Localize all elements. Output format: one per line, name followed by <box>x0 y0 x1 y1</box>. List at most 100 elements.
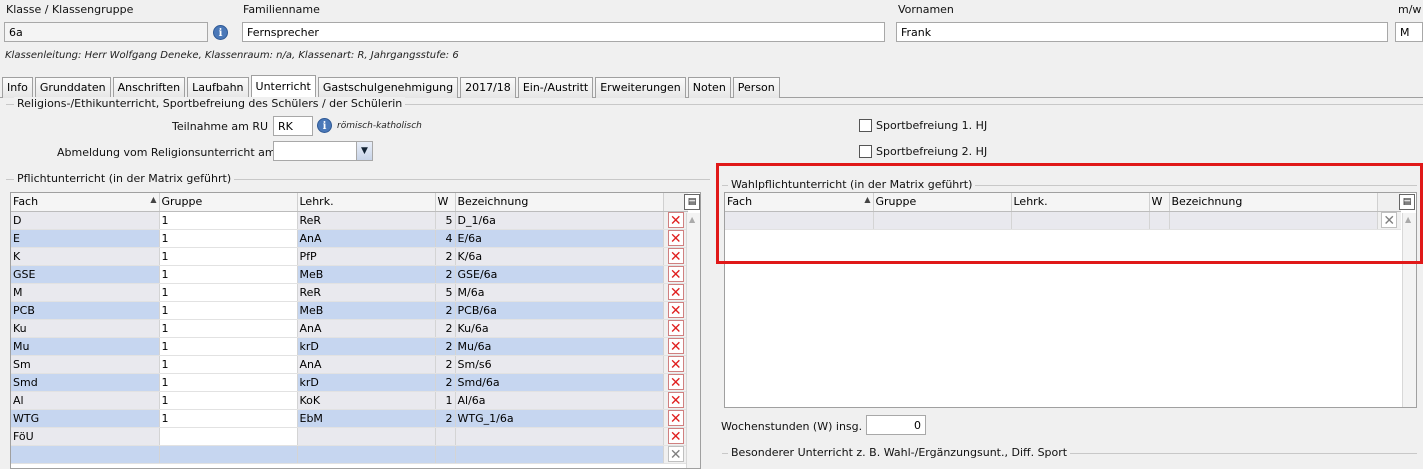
sportbefreiung-2-checkbox[interactable] <box>859 145 872 158</box>
delete-row-icon[interactable]: ✕ <box>667 410 684 426</box>
table-row[interactable]: Mu 1 krD 2 Mu/6a ✕ <box>11 337 688 356</box>
tab-anschriften[interactable]: Anschriften <box>112 77 186 98</box>
table-row[interactable]: M 1 ReR 5 M/6a ✕ <box>11 283 688 302</box>
table-row[interactable]: Ku 1 AnA 2 Ku/6a ✕ <box>11 319 688 338</box>
cell-fach[interactable]: PCB <box>11 301 160 320</box>
tab-noten[interactable]: Noten <box>687 77 731 98</box>
delete-row-icon[interactable]: ✕ <box>667 230 684 246</box>
delete-row-icon[interactable]: ✕ <box>667 248 684 264</box>
wochenstunden-field[interactable]: 0 <box>866 415 926 435</box>
tab-ein-austritt[interactable]: Ein-/Austritt <box>517 77 594 98</box>
cell-w[interactable] <box>435 445 456 464</box>
cell-lehrk[interactable]: MeB <box>297 301 436 320</box>
cell-bezeichnung[interactable]: Smd/6a <box>455 373 664 392</box>
cell-fach[interactable]: D <box>11 211 160 230</box>
cell-gruppe[interactable]: 1 <box>159 337 298 356</box>
cell-w[interactable]: 2 <box>435 373 456 392</box>
cell-w[interactable]: 1 <box>435 391 456 410</box>
cell-gruppe[interactable]: 1 <box>159 355 298 374</box>
delete-row-icon[interactable]: ✕ <box>667 446 684 462</box>
tab-person[interactable]: Person <box>732 77 780 98</box>
delete-row-icon[interactable]: ✕ <box>667 338 684 354</box>
tab-grunddaten[interactable]: Grunddaten <box>34 77 111 98</box>
cell-gruppe[interactable]: 1 <box>159 211 298 230</box>
cell-w[interactable]: 2 <box>435 265 456 284</box>
cell-bezeichnung[interactable]: Mu/6a <box>455 337 664 356</box>
sportbefreiung-1-checkbox[interactable] <box>859 119 872 132</box>
cell-w[interactable]: 5 <box>435 211 456 230</box>
column-header-w[interactable]: W <box>435 193 456 212</box>
cell-gruppe[interactable]: 1 <box>159 319 298 338</box>
abmeldung-date-select[interactable]: ▼ <box>273 141 373 161</box>
cell-lehrk[interactable]: AnA <box>297 355 436 374</box>
table-row[interactable]: K 1 PfP 2 K/6a ✕ <box>11 247 688 266</box>
cell-fach[interactable]: Ku <box>11 319 160 338</box>
cell-bezeichnung[interactable]: K/6a <box>455 247 664 266</box>
cell-w[interactable]: 2 <box>435 247 456 266</box>
delete-row-icon[interactable]: ✕ <box>667 212 684 228</box>
tab-gastschulgenehmigung[interactable]: Gastschulgenehmigung <box>317 77 459 98</box>
cell-bezeichnung[interactable]: PCB/6a <box>455 301 664 320</box>
cell-bezeichnung[interactable]: GSE/6a <box>455 265 664 284</box>
cell-lehrk[interactable]: ReR <box>297 283 436 302</box>
delete-row-icon[interactable]: ✕ <box>667 428 684 444</box>
cell-w[interactable]: 2 <box>435 355 456 374</box>
cell-bezeichnung[interactable] <box>455 427 664 446</box>
table-row[interactable]: PCB 1 MeB 2 PCB/6a ✕ <box>11 301 688 320</box>
cell-gruppe[interactable]: 1 <box>159 229 298 248</box>
cell-gruppe[interactable] <box>159 445 298 464</box>
cell-gruppe[interactable]: 1 <box>159 391 298 410</box>
delete-row-icon[interactable]: ✕ <box>667 302 684 318</box>
cell-fach[interactable] <box>11 445 160 464</box>
column-header-lehrk[interactable]: Lehrk. <box>297 193 436 212</box>
delete-row-icon[interactable]: ✕ <box>667 284 684 300</box>
cell-fach[interactable]: E <box>11 229 160 248</box>
cell-fach[interactable]: Mu <box>11 337 160 356</box>
cell-lehrk[interactable]: KoK <box>297 391 436 410</box>
cell-lehrk[interactable]: AnA <box>297 319 436 338</box>
cell-fach[interactable]: WTG <box>11 409 160 428</box>
cell-gruppe[interactable]: 1 <box>159 283 298 302</box>
tab-info[interactable]: Info <box>2 77 33 98</box>
tab-unterricht[interactable]: Unterricht <box>250 75 316 97</box>
cell-fach[interactable]: Smd <box>11 373 160 392</box>
delete-row-icon[interactable]: ✕ <box>667 374 684 390</box>
table-row[interactable]: D 1 ReR 5 D_1/6a ✕ <box>11 211 688 230</box>
cell-bezeichnung[interactable]: D_1/6a <box>455 211 664 230</box>
table-row[interactable]: Sm 1 AnA 2 Sm/s6 ✕ <box>11 355 688 374</box>
familienname-field[interactable]: Fernsprecher <box>242 22 885 42</box>
cell-lehrk[interactable] <box>297 445 436 464</box>
cell-gruppe[interactable]: 1 <box>159 373 298 392</box>
tab-erweiterungen[interactable]: Erweiterungen <box>595 77 686 98</box>
cell-bezeichnung[interactable] <box>455 445 664 464</box>
delete-row-icon[interactable]: ✕ <box>667 320 684 336</box>
column-header-gruppe[interactable]: Gruppe <box>159 193 298 212</box>
cell-w[interactable]: 2 <box>435 409 456 428</box>
cell-gruppe[interactable]: 1 <box>159 247 298 266</box>
teilnahme-field[interactable]: RK <box>273 116 313 136</box>
cell-lehrk[interactable]: AnA <box>297 229 436 248</box>
cell-gruppe[interactable]: 1 <box>159 265 298 284</box>
info-icon[interactable]: i <box>213 25 228 40</box>
table-row[interactable]: ✕ <box>11 445 688 464</box>
table-row[interactable]: Al 1 KoK 1 Al/6a ✕ <box>11 391 688 410</box>
scroll-up-icon[interactable]: ▲ <box>689 215 695 224</box>
delete-row-icon[interactable]: ✕ <box>667 266 684 282</box>
cell-bezeichnung[interactable]: M/6a <box>455 283 664 302</box>
cell-fach[interactable]: K <box>11 247 160 266</box>
column-header-fach[interactable]: Fach ▲ <box>11 193 160 212</box>
cell-gruppe[interactable]: 1 <box>159 409 298 428</box>
klasse-field[interactable]: 6a <box>4 22 208 42</box>
table-row[interactable]: WTG 1 EbM 2 WTG_1/6a ✕ <box>11 409 688 428</box>
cell-w[interactable]: 2 <box>435 337 456 356</box>
cell-lehrk[interactable]: krD <box>297 337 436 356</box>
cell-gruppe[interactable]: 1 <box>159 301 298 320</box>
cell-lehrk[interactable]: krD <box>297 373 436 392</box>
cell-w[interactable]: 4 <box>435 229 456 248</box>
grid-menu-icon[interactable]: ▤ <box>684 194 700 210</box>
cell-lehrk[interactable]: PfP <box>297 247 436 266</box>
cell-bezeichnung[interactable]: WTG_1/6a <box>455 409 664 428</box>
cell-fach[interactable]: Al <box>11 391 160 410</box>
cell-fach[interactable]: Sm <box>11 355 160 374</box>
cell-w[interactable]: 2 <box>435 301 456 320</box>
